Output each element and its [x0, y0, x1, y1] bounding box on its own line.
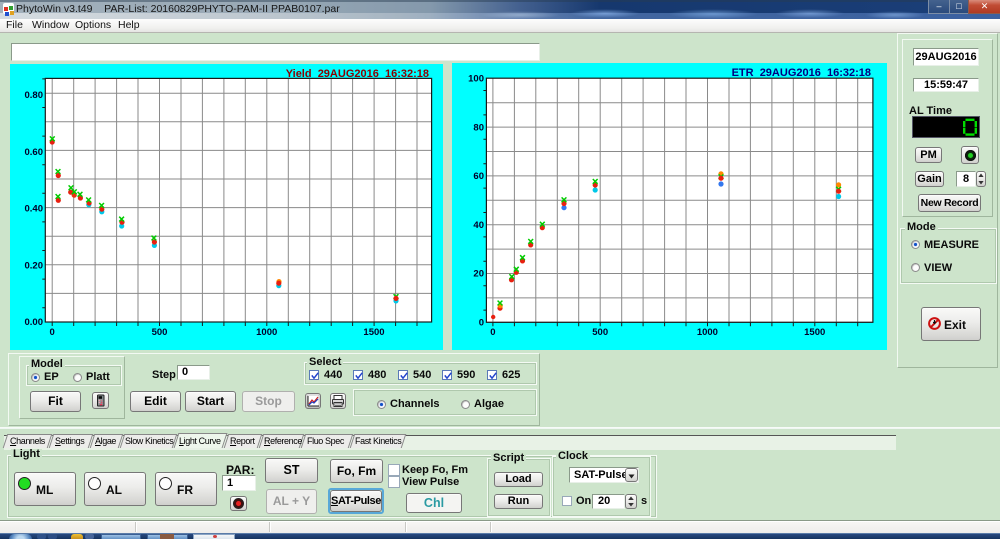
svg-text:0: 0: [50, 327, 55, 338]
svg-text:0.20: 0.20: [25, 260, 44, 271]
svg-text:0: 0: [490, 327, 495, 338]
svg-text:0.40: 0.40: [25, 204, 44, 215]
svg-text:1000: 1000: [697, 327, 718, 338]
svg-text:1500: 1500: [363, 327, 384, 338]
svg-text:0.60: 0.60: [25, 147, 44, 158]
svg-text:60: 60: [473, 171, 484, 182]
svg-text:ETR 29AUG2016 16:32:18: ETR 29AUG2016 16:32:18: [732, 67, 871, 79]
svg-text:Yield 29AUG2016 16:32:18: Yield 29AUG2016 16:32:18: [286, 68, 429, 80]
svg-text:80: 80: [473, 122, 484, 133]
svg-text:500: 500: [152, 327, 168, 338]
svg-text:40: 40: [473, 220, 484, 231]
svg-text:1000: 1000: [256, 327, 277, 338]
svg-text:1500: 1500: [804, 327, 825, 338]
svg-text:100: 100: [468, 74, 484, 85]
svg-text:0.00: 0.00: [25, 317, 44, 328]
svg-text:0.80: 0.80: [25, 90, 44, 101]
svg-text:20: 20: [473, 269, 484, 280]
svg-text:500: 500: [592, 327, 608, 338]
svg-text:0: 0: [479, 318, 484, 329]
